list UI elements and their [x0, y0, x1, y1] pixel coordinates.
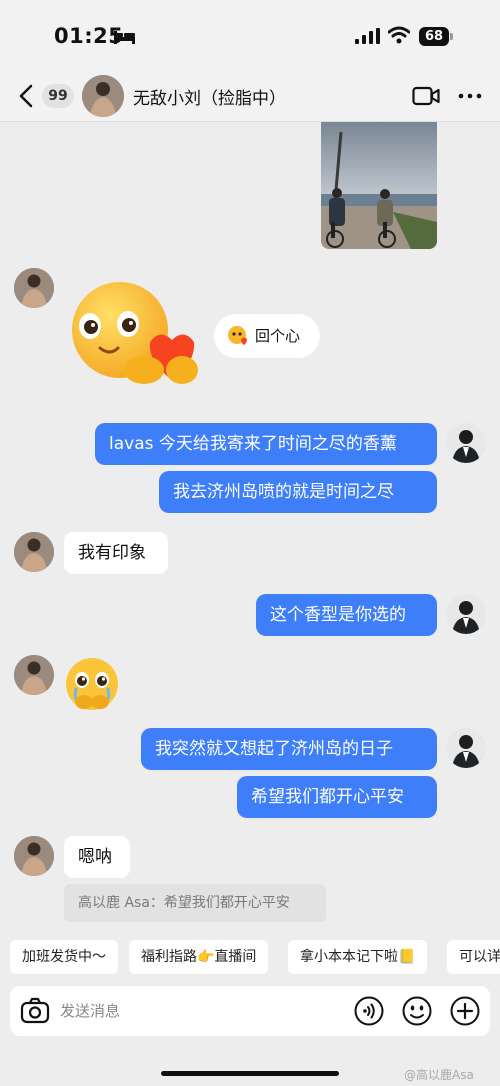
contact-avatar[interactable] [14, 268, 54, 308]
camera-icon[interactable] [20, 997, 50, 1025]
self-avatar[interactable] [446, 423, 486, 463]
emoji-icon[interactable] [402, 996, 432, 1026]
reaction-label: 回个心 [255, 327, 301, 345]
more-icon[interactable] [458, 87, 482, 105]
outgoing-message[interactable]: 我突然就又想起了济州岛的日子 [141, 728, 437, 770]
quick-reply-bar[interactable]: 加班发货中～ 福利指路👉直播间 拿小本本记下啦📒 可以详 [0, 932, 500, 982]
battery-cap [450, 33, 453, 40]
video-call-icon[interactable] [412, 85, 440, 107]
heart-sticker[interactable] [64, 282, 200, 400]
contact-name[interactable]: 无敌小刘（捡脂中） [133, 84, 286, 109]
reaction-chip[interactable]: 回个心 [214, 314, 320, 358]
pleading-face-emoji-icon[interactable] [64, 656, 120, 712]
photo-message[interactable] [321, 122, 437, 249]
back-chevron-icon[interactable] [18, 84, 34, 108]
plus-icon[interactable] [450, 996, 480, 1026]
watermark: @高以鹿Asa [404, 1068, 474, 1082]
quoted-reply[interactable]: 高以鹿 Asa：希望我们都开心平安 [64, 884, 326, 922]
incoming-message[interactable]: 我有印象 [64, 532, 168, 574]
quick-reply-chip[interactable]: 加班发货中～ [10, 940, 118, 974]
contact-avatar[interactable] [14, 836, 54, 876]
wifi-icon [388, 26, 410, 44]
message-input[interactable] [60, 996, 350, 1026]
quick-reply-chip[interactable]: 可以详 [447, 940, 500, 974]
voice-icon[interactable] [354, 996, 384, 1026]
bed-icon [114, 31, 135, 44]
quick-reply-chip[interactable]: 拿小本本记下啦📒 [288, 940, 428, 974]
outgoing-message[interactable]: 我去济州岛喷的就是时间之尽 [159, 471, 437, 513]
battery-level: 68 [419, 27, 449, 46]
incoming-message[interactable]: 嗯呐 [64, 836, 130, 878]
contact-avatar[interactable] [82, 75, 124, 117]
self-avatar[interactable] [446, 594, 486, 634]
outgoing-message[interactable]: lavas 今天给我寄来了时间之尽的香薰 [95, 423, 437, 465]
chat-message-list[interactable]: 回个心 lavas 今天给我寄来了时间之尽的香薰 我去济州岛喷的就是时间之尽 我… [0, 122, 500, 932]
self-avatar[interactable] [446, 728, 486, 768]
outgoing-message[interactable]: 希望我们都开心平安 [237, 776, 437, 818]
quick-reply-chip[interactable]: 福利指路👉直播间 [129, 940, 269, 974]
chat-header: 99 无敌小刘（捡脂中） [0, 70, 500, 122]
home-indicator[interactable] [161, 1071, 339, 1076]
unread-count-badge[interactable]: 99 [42, 84, 74, 108]
contact-avatar[interactable] [14, 532, 54, 572]
message-composer [10, 986, 490, 1036]
heart-emoji-icon [228, 326, 247, 345]
contact-avatar[interactable] [14, 655, 54, 695]
status-time: 01:25 [54, 24, 124, 48]
battery-indicator: 68 [419, 27, 453, 46]
status-bar: 01:25 68 [0, 0, 500, 70]
signal-icon [355, 28, 380, 44]
outgoing-message[interactable]: 这个香型是你选的 [256, 594, 437, 636]
